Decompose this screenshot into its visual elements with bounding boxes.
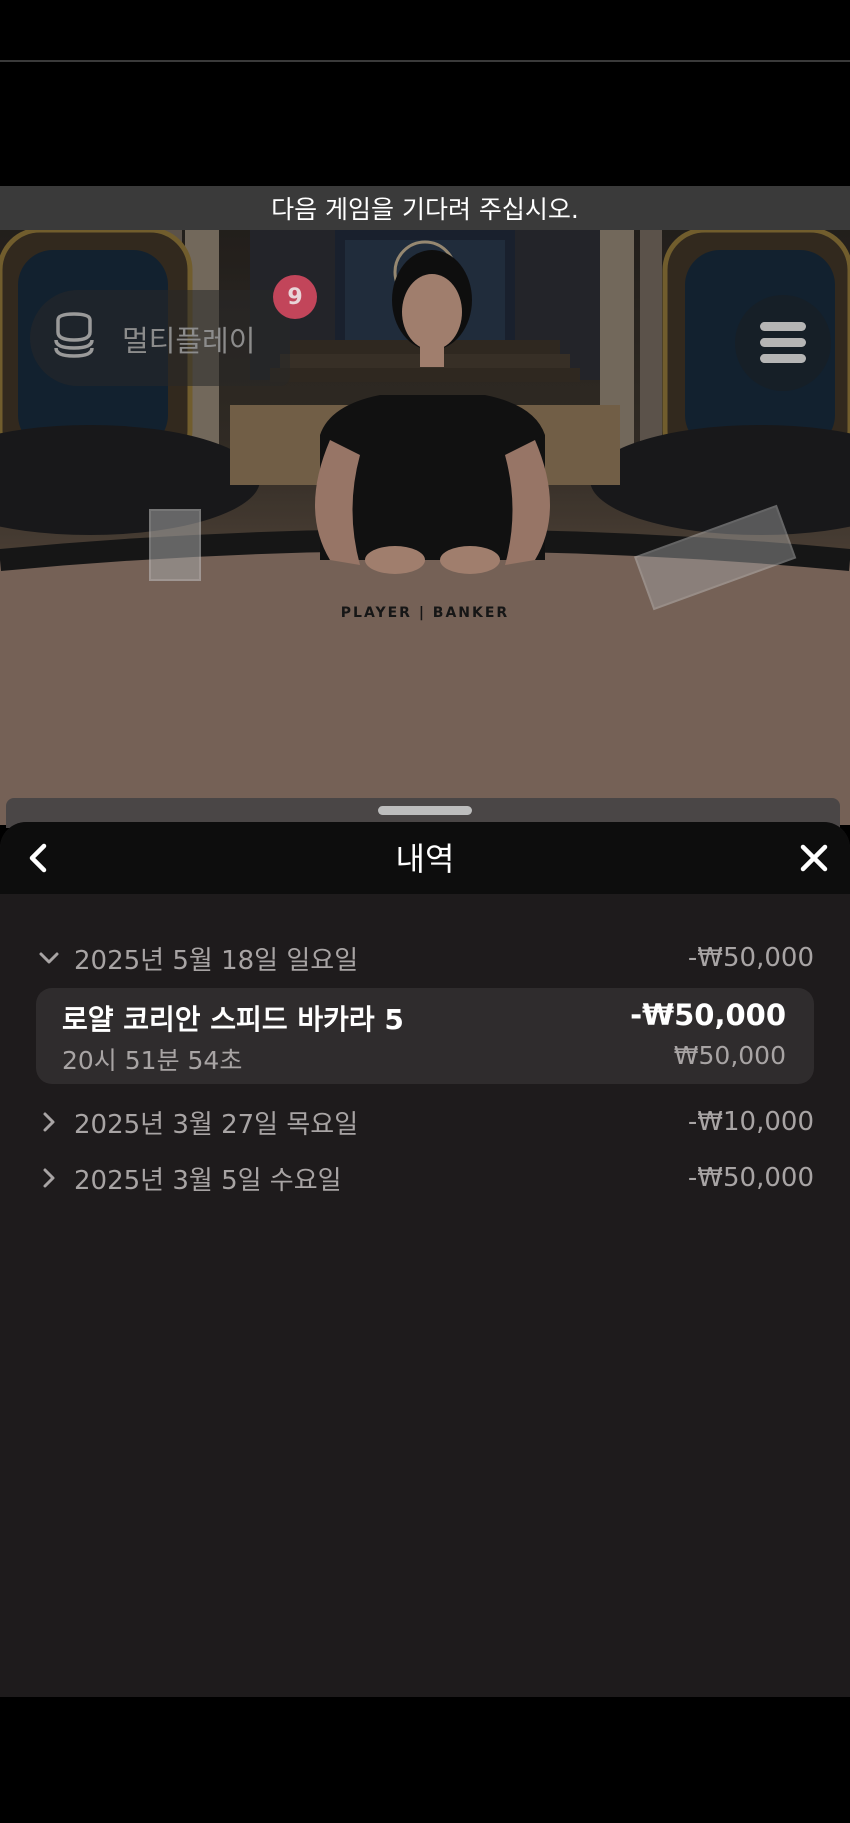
multiplay-badge: 9 <box>273 275 317 319</box>
status-bar <box>0 0 850 62</box>
multiplay-label: 멀티플레이 <box>122 324 256 358</box>
item-bet: ₩50,000 <box>673 1041 786 1070</box>
group-date: 2025년 3월 5일 수요일 <box>74 1165 342 1196</box>
drag-handle[interactable] <box>378 806 472 815</box>
close-icon[interactable] <box>794 838 834 878</box>
live-video-stage: R PLAYER | BANKER <box>0 230 850 825</box>
history-header: 내역 <box>0 822 850 894</box>
history-group-1[interactable]: 2025년 3월 27일 목요일 -₩10,000 <box>36 1102 814 1142</box>
history-group-0[interactable]: 2025년 5월 18일 일요일 -₩50,000 <box>36 938 814 978</box>
top-spacer <box>0 62 850 186</box>
waiting-banner-text: 다음 게임을 기다려 주십시오. <box>271 195 579 224</box>
item-time: 20시 51분 54초 <box>62 1046 243 1075</box>
item-game-name: 로얄 코리안 스피드 바카라 5 <box>62 1003 404 1036</box>
group-amount: -₩10,000 <box>687 1107 814 1137</box>
item-result: -₩50,000 <box>630 998 786 1032</box>
history-item[interactable]: 로얄 코리안 스피드 바카라 5 20시 51분 54초 -₩50,000 ₩5… <box>36 988 814 1084</box>
menu-button[interactable] <box>735 295 831 391</box>
history-panel: 내역 2025년 5월 18일 일요일 -₩50,000 로얄 코리안 스피드 … <box>0 822 850 1697</box>
waiting-banner: 다음 게임을 기다려 주십시오. <box>0 186 850 230</box>
history-group-2[interactable]: 2025년 3월 5일 수요일 -₩50,000 <box>36 1158 814 1198</box>
hamburger-menu-icon <box>760 322 806 363</box>
group-amount: -₩50,000 <box>687 1163 814 1193</box>
chevron-right-icon <box>43 1168 55 1188</box>
chevron-down-icon <box>39 952 59 964</box>
chevron-right-icon <box>43 1112 55 1132</box>
navigation-bar <box>0 1697 850 1823</box>
group-date: 2025년 3월 27일 목요일 <box>74 1109 359 1140</box>
history-title: 내역 <box>395 840 455 878</box>
group-date: 2025년 5월 18일 일요일 <box>74 945 359 976</box>
group-amount: -₩50,000 <box>687 943 814 973</box>
multiplay-icon <box>54 312 94 358</box>
